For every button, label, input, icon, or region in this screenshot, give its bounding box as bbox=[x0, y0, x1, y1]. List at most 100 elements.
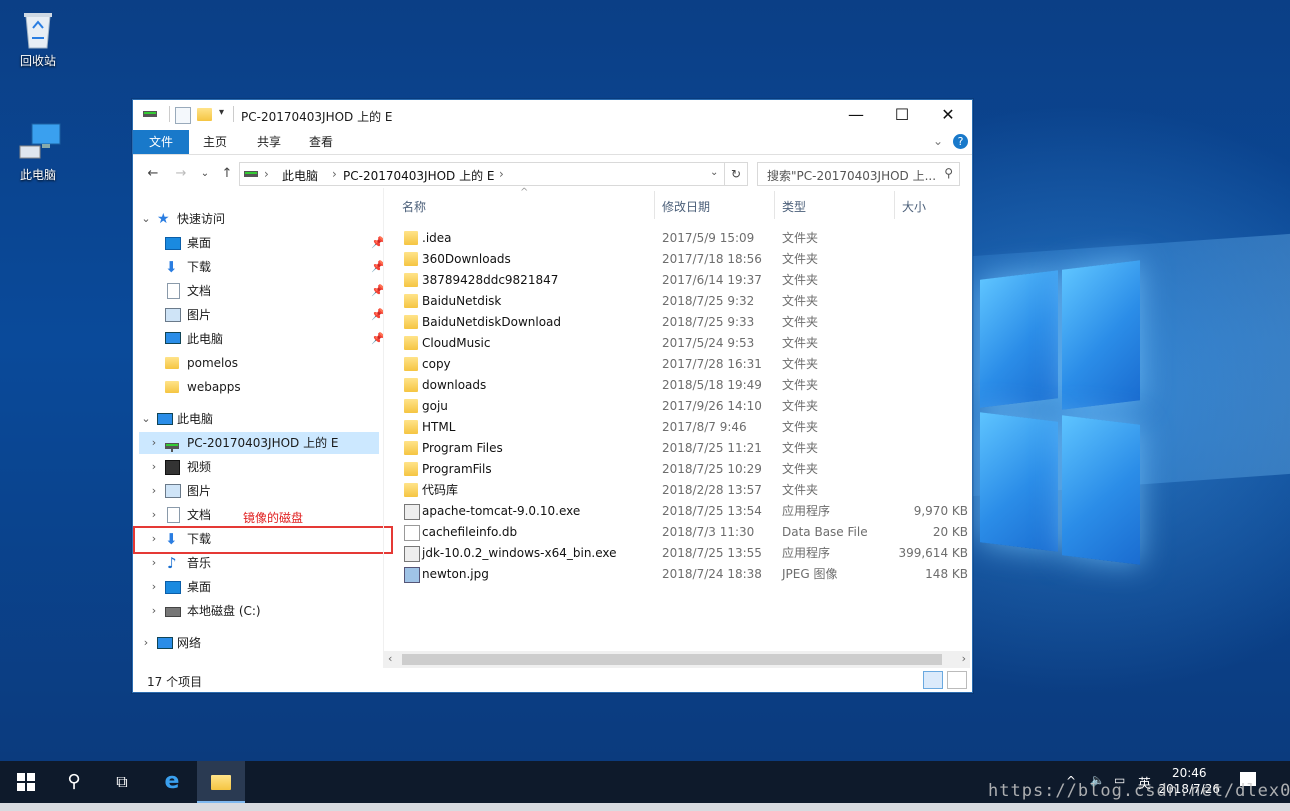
tab-file[interactable]: 文件 bbox=[133, 130, 189, 154]
file-row[interactable]: BaiduNetdiskDownload 2018/7/25 9:33 文件夹 bbox=[384, 312, 970, 333]
nav-item-music[interactable]: › ♪ 音乐 bbox=[139, 552, 379, 574]
file-row[interactable]: .idea 2017/5/9 15:09 文件夹 bbox=[384, 228, 970, 249]
folder-icon bbox=[404, 252, 418, 266]
file-row[interactable]: ProgramFils 2018/7/25 10:29 文件夹 bbox=[384, 459, 970, 480]
file-name: ProgramFils bbox=[422, 462, 492, 476]
address-history-dropdown-icon[interactable]: ⌄ bbox=[710, 167, 718, 178]
scroll-right-icon[interactable]: › bbox=[962, 652, 966, 665]
file-type: 文件夹 bbox=[782, 294, 819, 308]
task-view-icon[interactable]: ⧉ bbox=[98, 761, 146, 803]
details-view-icon[interactable] bbox=[923, 671, 943, 689]
file-type: 文件夹 bbox=[782, 273, 819, 287]
file-row[interactable]: HTML 2017/8/7 9:46 文件夹 bbox=[384, 417, 970, 438]
tab-share[interactable]: 共享 bbox=[247, 130, 291, 154]
file-explorer-taskbar-icon[interactable] bbox=[197, 761, 245, 803]
file-row[interactable]: 38789428ddc9821847 2017/6/14 19:37 文件夹 bbox=[384, 270, 970, 291]
large-icons-view-icon[interactable] bbox=[947, 671, 967, 689]
file-row[interactable]: jdk-10.0.2_windows-x64_bin.exe 2018/7/25 … bbox=[384, 543, 970, 564]
nav-this-pc[interactable]: ⌄ 此电脑 bbox=[139, 408, 239, 430]
recent-locations-icon[interactable]: ⌄ bbox=[195, 165, 215, 183]
horizontal-scrollbar[interactable]: ‹ › bbox=[384, 651, 970, 668]
internet-explorer-icon[interactable]: e bbox=[148, 761, 196, 803]
column-header-name[interactable]: 名称 bbox=[402, 197, 426, 217]
address-bar[interactable]: › 此电脑 › PC-20170403JHOD 上的 E › ⌄ bbox=[239, 162, 725, 186]
start-button[interactable] bbox=[2, 761, 50, 803]
column-header-type[interactable]: 类型 bbox=[782, 197, 806, 217]
file-row[interactable]: Program Files 2018/7/25 11:21 文件夹 bbox=[384, 438, 970, 459]
help-icon[interactable]: ? bbox=[953, 134, 968, 149]
nav-network[interactable]: › 网络 bbox=[139, 632, 379, 654]
file-name: downloads bbox=[422, 378, 487, 392]
close-button[interactable]: ✕ bbox=[925, 100, 971, 130]
nav-item-local-disk-c[interactable]: › 本地磁盘 (C:) bbox=[139, 600, 379, 622]
file-row[interactable]: copy 2017/7/28 16:31 文件夹 bbox=[384, 354, 970, 375]
file-row[interactable]: 代码库 2018/2/28 13:57 文件夹 bbox=[384, 480, 970, 501]
nav-item-videos[interactable]: › 视频 bbox=[139, 456, 379, 478]
back-button[interactable]: ← bbox=[143, 165, 163, 183]
nav-item-pictures-pc[interactable]: › 图片 bbox=[139, 480, 379, 502]
file-type: 文件夹 bbox=[782, 462, 819, 476]
properties-icon[interactable] bbox=[175, 107, 191, 124]
quick-access-toolbar-dropdown-icon[interactable]: ▾ bbox=[219, 107, 224, 118]
file-size: 148 KB bbox=[925, 567, 968, 581]
file-name: 360Downloads bbox=[422, 252, 511, 266]
nav-item-documents[interactable]: 文档 📌 bbox=[139, 280, 385, 302]
scrollbar-thumb[interactable] bbox=[402, 654, 942, 665]
nav-item-pomelos[interactable]: pomelos bbox=[139, 352, 379, 374]
desktop-icon-recycle-bin[interactable]: 回收站 bbox=[0, 8, 76, 69]
clock-time: 20:46 bbox=[1171, 766, 1207, 780]
file-row[interactable]: BaiduNetdisk 2018/7/25 9:32 文件夹 bbox=[384, 291, 970, 312]
collapsed-chevron-icon[interactable]: › bbox=[147, 600, 161, 622]
nav-item-pictures[interactable]: 图片 📌 bbox=[139, 304, 385, 326]
breadcrumb-current[interactable]: PC-20170403JHOD 上的 E bbox=[343, 167, 494, 184]
file-date: 2018/7/3 11:30 bbox=[662, 525, 755, 539]
tab-view[interactable]: 查看 bbox=[299, 130, 343, 154]
desktop-icon-this-pc[interactable]: 此电脑 bbox=[0, 122, 76, 183]
file-row[interactable]: CloudMusic 2017/5/24 9:53 文件夹 bbox=[384, 333, 970, 354]
maximize-button[interactable]: ☐ bbox=[879, 100, 925, 130]
minimize-button[interactable]: — bbox=[833, 100, 879, 130]
file-name: CloudMusic bbox=[422, 336, 491, 350]
file-row[interactable]: downloads 2018/5/18 19:49 文件夹 bbox=[384, 375, 970, 396]
ribbon-expand-icon[interactable]: ⌄ bbox=[933, 134, 943, 148]
nav-item-this-pc-quick[interactable]: 此电脑 📌 bbox=[139, 328, 385, 350]
local-disk-icon bbox=[165, 607, 181, 617]
file-row[interactable]: goju 2017/9/26 14:10 文件夹 bbox=[384, 396, 970, 417]
tab-home[interactable]: 主页 bbox=[193, 130, 237, 154]
collapsed-chevron-icon[interactable]: › bbox=[147, 552, 161, 574]
search-taskbar-icon[interactable]: ⚲ bbox=[50, 761, 98, 803]
collapsed-chevron-icon[interactable]: › bbox=[147, 504, 161, 526]
folder-icon bbox=[404, 378, 418, 392]
nav-label: 文档 bbox=[187, 284, 212, 298]
new-folder-icon[interactable] bbox=[197, 108, 212, 121]
forward-button[interactable]: → bbox=[171, 165, 191, 183]
refresh-button[interactable]: ↻ bbox=[724, 162, 748, 186]
column-header-size[interactable]: 大小 bbox=[902, 197, 926, 217]
collapsed-chevron-icon[interactable]: › bbox=[147, 576, 161, 598]
breadcrumb-this-pc[interactable]: 此电脑 bbox=[282, 167, 318, 184]
collapsed-chevron-icon[interactable]: › bbox=[147, 480, 161, 502]
expanded-chevron-icon[interactable]: ⌄ bbox=[139, 408, 153, 430]
nav-item-downloads[interactable]: ⬇ 下载 📌 bbox=[139, 256, 385, 278]
collapsed-chevron-icon[interactable]: › bbox=[139, 632, 153, 654]
search-input[interactable]: 搜索"PC-20170403JHOD 上... ⚲ bbox=[757, 162, 960, 186]
nav-item-documents-pc[interactable]: › 文档 bbox=[139, 504, 379, 526]
nav-quick-access[interactable]: ⌄ ★ 快速访问 bbox=[139, 208, 379, 230]
nav-item-desktop[interactable]: 桌面 📌 bbox=[139, 232, 385, 254]
file-type: 文件夹 bbox=[782, 357, 819, 371]
file-row[interactable]: newton.jpg 2018/7/24 18:38 JPEG 图像 148 KB bbox=[384, 564, 970, 585]
file-row[interactable]: 360Downloads 2017/7/18 18:56 文件夹 bbox=[384, 249, 970, 270]
nav-item-desktop-pc[interactable]: › 桌面 bbox=[139, 576, 379, 598]
bottom-strip bbox=[0, 803, 1290, 811]
file-row[interactable]: apache-tomcat-9.0.10.exe 2018/7/25 13:54 应… bbox=[384, 501, 970, 522]
nav-item-webapps[interactable]: webapps bbox=[139, 376, 379, 398]
up-button[interactable]: ↑ bbox=[217, 165, 237, 183]
sort-ascending-icon: ^ bbox=[520, 187, 529, 198]
collapsed-chevron-icon[interactable]: › bbox=[147, 432, 161, 454]
column-header-date[interactable]: 修改日期 bbox=[662, 197, 710, 217]
scroll-left-icon[interactable]: ‹ bbox=[388, 652, 392, 665]
collapsed-chevron-icon[interactable]: › bbox=[147, 456, 161, 478]
expanded-chevron-icon[interactable]: ⌄ bbox=[139, 208, 153, 230]
nav-item-network-drive-e[interactable]: › PC-20170403JHOD 上的 E bbox=[139, 432, 379, 454]
file-row[interactable]: cachefileinfo.db 2018/7/3 11:30 Data Base … bbox=[384, 522, 970, 543]
